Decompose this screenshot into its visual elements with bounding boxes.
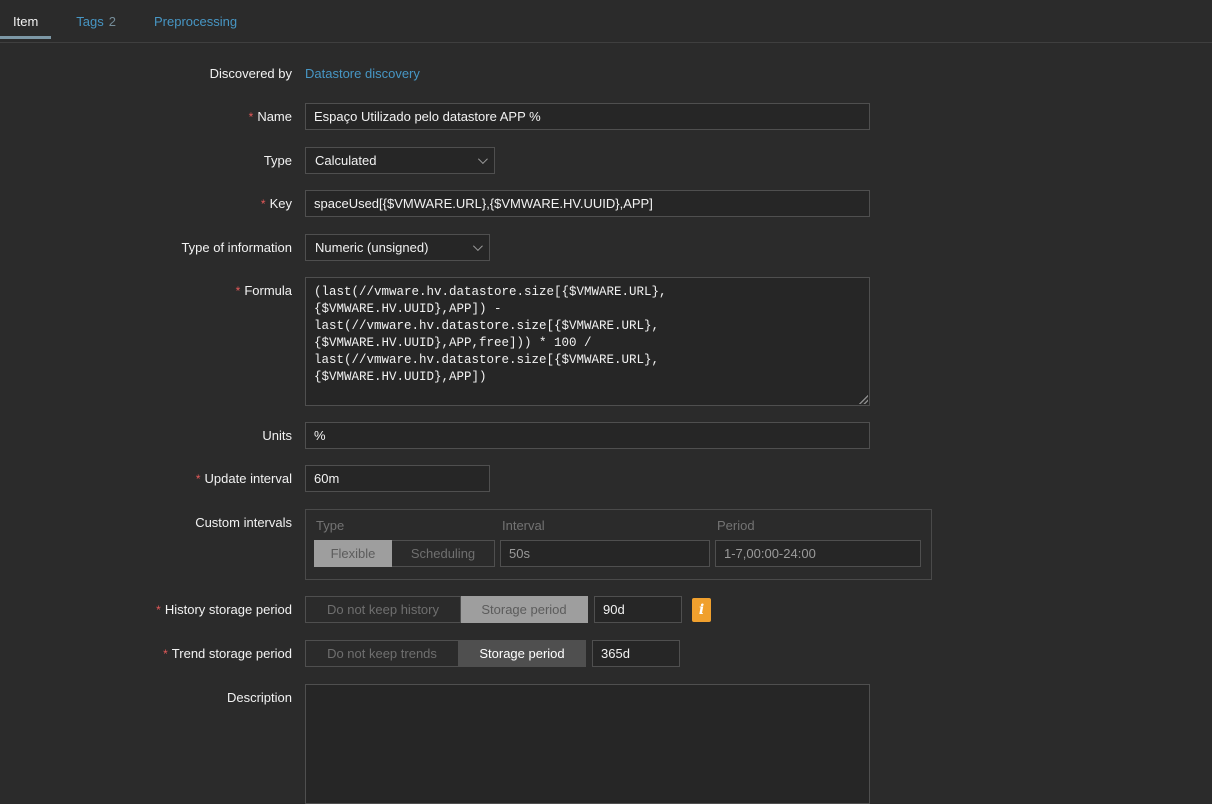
required-asterisk: *: [196, 472, 201, 486]
name-label: *Name: [0, 103, 292, 131]
tab-tags-count-badge: 2: [109, 14, 116, 29]
trend-period-input[interactable]: [592, 640, 680, 667]
type-of-information-select[interactable]: Numeric (unsigned): [305, 234, 490, 261]
type-select[interactable]: Calculated: [305, 147, 495, 174]
chevron-down-icon: [473, 241, 483, 251]
row-discovered-by: Discovered by Datastore discovery: [0, 60, 1212, 87]
update-interval-label: *Update interval: [0, 465, 292, 493]
row-history-storage-period: *History storage period Do not keep hist…: [0, 596, 1212, 624]
row-description: Description: [0, 684, 1212, 804]
toggle-history-storage-period: Storage period: [461, 596, 588, 623]
row-key: *Key: [0, 190, 1212, 218]
trend-mode-toggle: Do not keep trends Storage period: [305, 640, 586, 667]
formula-label: *Formula: [0, 277, 292, 305]
description-textarea[interactable]: [305, 684, 870, 804]
required-asterisk: *: [249, 110, 254, 124]
row-units: Units: [0, 422, 1212, 449]
tab-preprocessing-label: Preprocessing: [154, 14, 237, 29]
required-asterisk: *: [236, 284, 241, 298]
history-mode-toggle: Do not keep history Storage period: [305, 596, 588, 623]
key-label: *Key: [0, 190, 292, 218]
custom-intervals-fieldset: Type Interval Period Flexible Scheduling: [305, 509, 932, 580]
row-custom-intervals: Custom intervals Type Interval Period Fl…: [0, 509, 1212, 580]
type-label: Type: [0, 147, 292, 174]
tab-tags[interactable]: Tags 2: [63, 0, 129, 42]
toggle-flexible: Flexible: [314, 540, 392, 567]
type-select-value: Calculated: [315, 153, 376, 168]
custom-intervals-label: Custom intervals: [0, 509, 292, 536]
row-name: *Name: [0, 103, 1212, 131]
column-header-type: Type: [314, 518, 495, 533]
type-of-information-label: Type of information: [0, 234, 292, 261]
row-trend-storage-period: *Trend storage period Do not keep trends…: [0, 640, 1212, 668]
required-asterisk: *: [163, 647, 168, 661]
name-input[interactable]: [305, 103, 870, 130]
formula-textarea[interactable]: (last(//vmware.hv.datastore.size[{$VMWAR…: [305, 277, 870, 406]
tab-bar: Item Tags 2 Preprocessing: [0, 0, 1212, 43]
custom-interval-type-toggle: Flexible Scheduling: [314, 540, 495, 567]
discovered-by-label: Discovered by: [0, 60, 292, 87]
required-asterisk: *: [156, 603, 161, 617]
history-storage-period-label: *History storage period: [0, 596, 292, 624]
item-form: Discovered by Datastore discovery *Name …: [0, 43, 1212, 804]
required-asterisk: *: [261, 197, 266, 211]
key-input[interactable]: [305, 190, 870, 217]
tab-item-label: Item: [13, 14, 38, 29]
type-of-information-value: Numeric (unsigned): [315, 240, 428, 255]
tab-tags-label: Tags: [76, 14, 103, 29]
row-type: Type Calculated: [0, 147, 1212, 174]
row-type-of-information: Type of information Numeric (unsigned): [0, 234, 1212, 261]
units-label: Units: [0, 422, 292, 449]
custom-interval-value-input: [500, 540, 710, 567]
description-label: Description: [0, 684, 292, 711]
info-icon[interactable]: i: [692, 598, 711, 622]
chevron-down-icon: [478, 154, 488, 164]
toggle-trend-storage-period[interactable]: Storage period: [459, 640, 586, 667]
toggle-do-not-keep-history: Do not keep history: [305, 596, 461, 623]
update-interval-input[interactable]: [305, 465, 490, 492]
units-input[interactable]: [305, 422, 870, 449]
tab-item[interactable]: Item: [0, 0, 51, 42]
toggle-scheduling: Scheduling: [392, 540, 495, 567]
row-formula: *Formula (last(//vmware.hv.datastore.siz…: [0, 277, 1212, 406]
toggle-do-not-keep-trends[interactable]: Do not keep trends: [305, 640, 459, 667]
trend-storage-period-label: *Trend storage period: [0, 640, 292, 668]
column-header-interval: Interval: [500, 518, 710, 533]
column-header-period: Period: [715, 518, 921, 533]
history-period-input[interactable]: [594, 596, 682, 623]
discovered-by-link[interactable]: Datastore discovery: [305, 60, 420, 87]
custom-interval-period-input: [715, 540, 921, 567]
tab-preprocessing[interactable]: Preprocessing: [141, 0, 250, 42]
row-update-interval: *Update interval: [0, 465, 1212, 493]
